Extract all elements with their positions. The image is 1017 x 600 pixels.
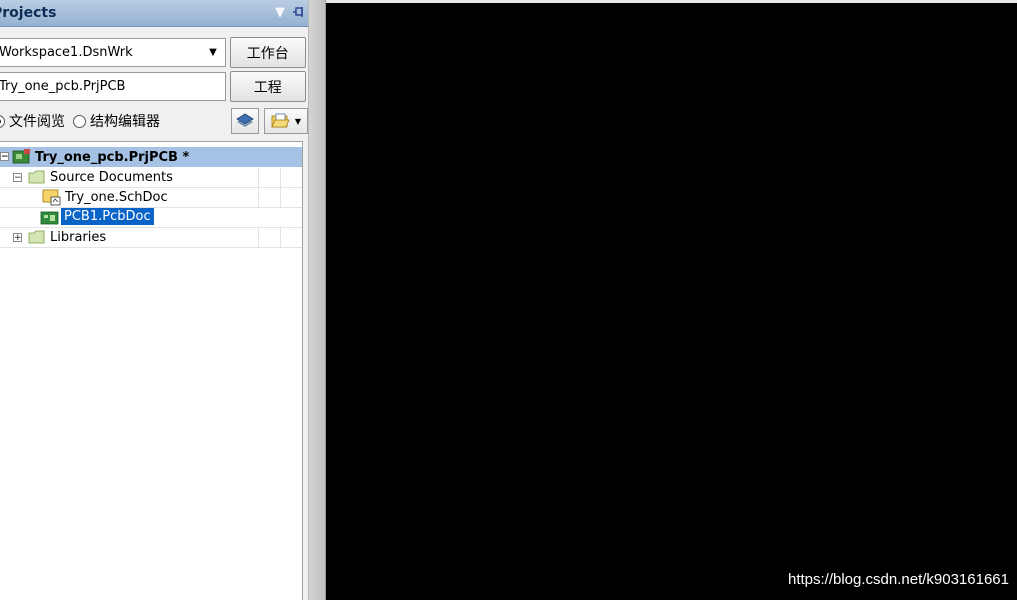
collapse-icon[interactable]: − [0, 152, 9, 162]
workspace-value: Workspace1.DsnWrk [0, 45, 133, 60]
panel-splitter[interactable] [309, 0, 326, 600]
radio-structure-editor-indicator[interactable] [73, 114, 86, 128]
radio-structure-editor[interactable]: 结构编辑器 [73, 111, 160, 131]
dropdown-arrow-icon[interactable]: ▼ [273, 4, 287, 21]
expand-icon[interactable]: + [13, 233, 22, 243]
folder-open-icon [271, 113, 290, 128]
tree-node-schdoc[interactable]: Try_one.SchDoc [0, 188, 302, 208]
project-tree: − Try_one_pcb.PrjPCB * − Source Document… [0, 141, 303, 600]
folder-icon [28, 230, 45, 244]
tree-node-libraries[interactable]: + Libraries [0, 228, 302, 248]
project-field[interactable]: Try_one_pcb.PrjPCB [0, 72, 226, 101]
layers-icon [236, 113, 254, 127]
pcb-doc-icon [40, 211, 59, 225]
tree-node-project[interactable]: − Try_one_pcb.PrjPCB * [0, 147, 302, 167]
open-document-button[interactable]: ▼ [264, 108, 308, 134]
radio-file-view-indicator[interactable] [0, 114, 5, 128]
radio-file-view[interactable]: 文件阅览 [0, 111, 65, 131]
radio-file-view-label: 文件阅览 [9, 114, 65, 130]
workspace-button[interactable]: 工作台 [229, 37, 306, 68]
chevron-down-icon[interactable]: ▼ [295, 117, 301, 126]
radio-structure-editor-label: 结构编辑器 [90, 114, 160, 130]
panel-title-bar: Projects ▼ ✕ [0, 0, 308, 27]
tree-node-schdoc-label: Try_one.SchDoc [65, 190, 168, 205]
collapse-icon[interactable]: − [13, 173, 22, 183]
projects-panel: Projects ▼ ✕ Workspace1.DsnWrk ▼ 工作台 Try… [0, 0, 309, 600]
watermark-text: https://blog.csdn.net/k903161661 [787, 571, 1009, 588]
schematic-doc-icon [42, 189, 61, 206]
workspace-select[interactable]: Workspace1.DsnWrk ▼ [0, 38, 226, 67]
layer-button[interactable] [231, 108, 259, 134]
view-mode-row: 文件阅览 结构编辑器 [0, 108, 308, 134]
panel-title: Projects [0, 5, 57, 21]
pcb-project-icon [12, 149, 30, 164]
tree-node-pcbdoc[interactable]: PCB1.PcbDoc [0, 208, 302, 228]
project-button[interactable]: 工程 [229, 71, 306, 102]
tree-node-source-documents[interactable]: − Source Documents [0, 168, 302, 188]
project-row: Try_one_pcb.PrjPCB 工程 [0, 71, 306, 102]
tree-node-source-documents-label: Source Documents [50, 170, 173, 185]
pin-icon[interactable] [291, 4, 305, 21]
folder-icon [28, 170, 45, 184]
tree-node-pcbdoc-label: PCB1.PcbDoc [61, 208, 154, 225]
chevron-down-icon[interactable]: ▼ [204, 41, 223, 64]
editor-canvas[interactable] [326, 0, 1017, 600]
project-value: Try_one_pcb.PrjPCB [0, 79, 126, 94]
tree-node-project-label: Try_one_pcb.PrjPCB * [35, 149, 190, 165]
tree-node-libraries-label: Libraries [50, 230, 107, 245]
workspace-row: Workspace1.DsnWrk ▼ 工作台 [0, 37, 306, 68]
